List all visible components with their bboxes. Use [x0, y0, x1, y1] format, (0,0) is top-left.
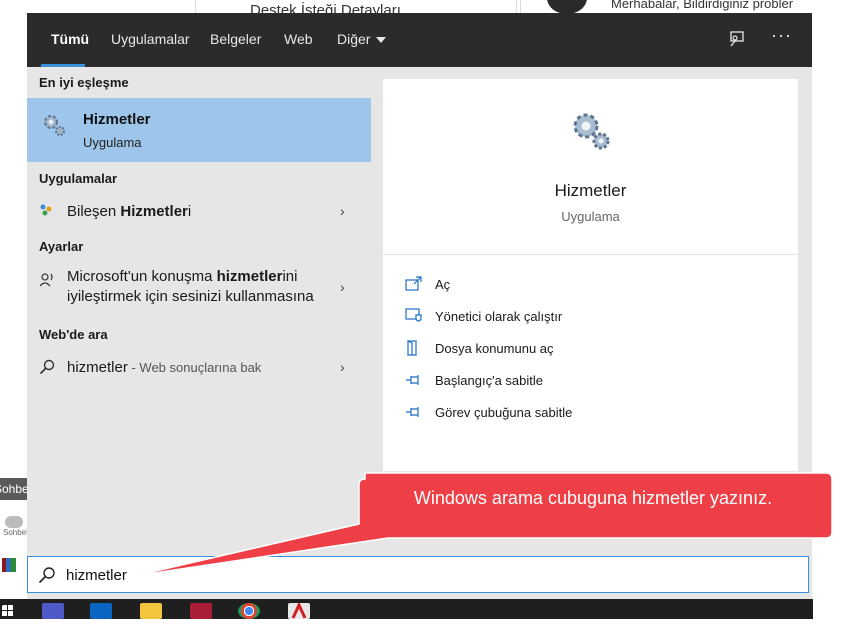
callout-bubble	[133, 472, 833, 577]
callout-text: Windows arama cubuguna hizmetler yazınız…	[413, 488, 773, 508]
